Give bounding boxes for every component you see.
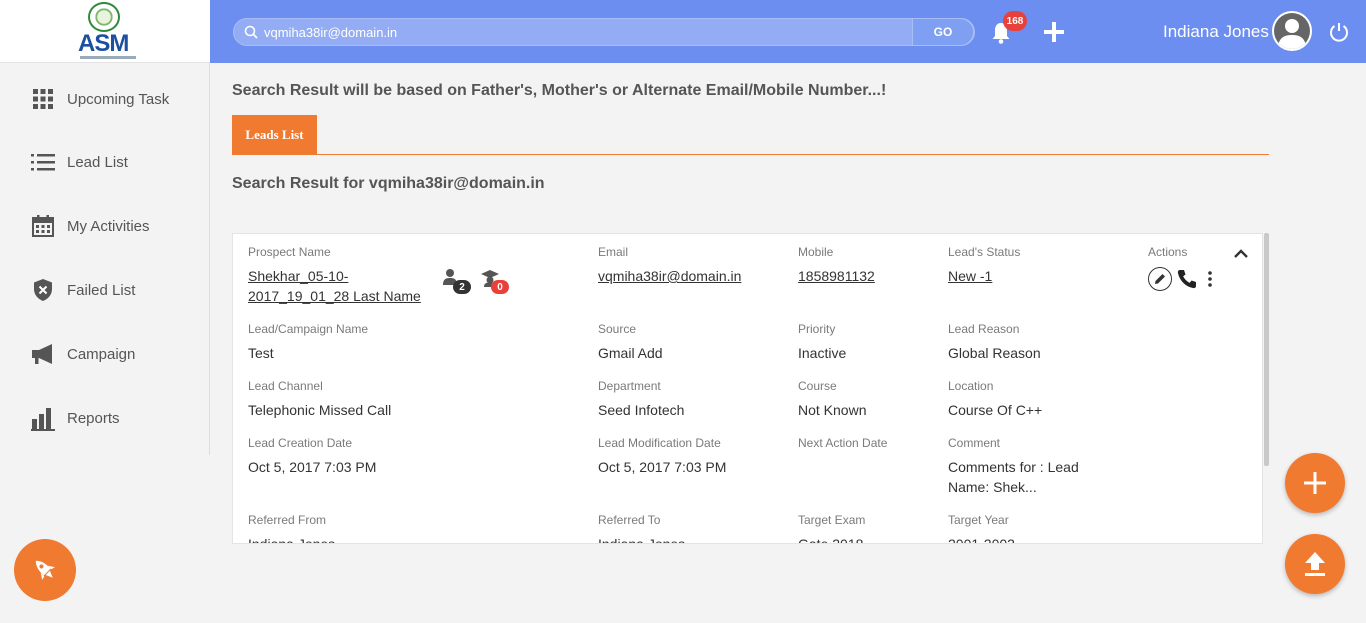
comment-line1: Comments for : Lead [948, 459, 1079, 475]
mobile-label: Mobile [798, 245, 834, 259]
status-label: Lead's Status [948, 245, 1021, 259]
add-fab-button[interactable] [1285, 453, 1345, 513]
logo-tagline-strip [80, 56, 136, 59]
priority-label: Priority [798, 322, 836, 336]
comment-value: Comments for : Lead Name: Shek... [948, 457, 1079, 497]
power-icon[interactable] [1328, 21, 1350, 43]
phone-icon[interactable] [1176, 268, 1198, 290]
megaphone-icon [32, 344, 52, 364]
sidebar-item-failed-list[interactable]: Failed List [0, 270, 210, 310]
sidebar-item-label: Upcoming Task [67, 90, 170, 108]
referred-from-label: Referred From [248, 513, 327, 527]
creation-date-label: Lead Creation Date [248, 436, 353, 450]
logo-text: ASM [78, 30, 129, 57]
reason-label: Lead Reason [948, 322, 1020, 336]
sidebar-item-label: Failed List [67, 281, 136, 299]
tab-bar: Leads List [232, 115, 1269, 155]
course-label: Course [798, 379, 837, 393]
priority-value: Inactive [798, 345, 847, 361]
email-link[interactable]: vqmiha38ir@domain.in [598, 266, 741, 286]
upload-fab-button[interactable] [1285, 534, 1345, 594]
sidebar-item-label: Reports [67, 409, 120, 427]
user-name[interactable]: Indiana Jones [1163, 22, 1269, 42]
list-icon [31, 154, 55, 171]
plus-icon[interactable] [1042, 20, 1066, 44]
chevron-up-icon[interactable] [1233, 246, 1249, 260]
card-scrollbar[interactable] [1264, 233, 1269, 466]
channel-value: Telephonic Missed Call [248, 402, 392, 418]
sidebar-item-my-activities[interactable]: My Activities [0, 206, 210, 246]
global-search: GO [233, 18, 975, 46]
location-value: Course Of C++ [948, 402, 1043, 418]
target-exam-label: Target Exam [798, 513, 866, 527]
sidebar-item-lead-list[interactable]: Lead List [0, 142, 210, 182]
target-exam-value: Gate 2018 [798, 536, 864, 544]
target-year-value: 2001-2002 [948, 536, 1015, 544]
more-vertical-icon[interactable] [1204, 270, 1216, 288]
reason-value: Global Reason [948, 345, 1041, 361]
modification-date-value: Oct 5, 2017 7:03 PM [598, 459, 727, 475]
search-icon [244, 25, 258, 39]
sidebar: Upcoming Task Lead List My Activities Fa… [0, 63, 210, 455]
target-year-label: Target Year [948, 513, 1009, 527]
rocket-fab-button[interactable] [14, 539, 76, 601]
referred-to-value: Indiana Jones [598, 536, 686, 544]
prospect-name-label: Prospect Name [248, 245, 331, 259]
go-button[interactable]: GO [912, 18, 974, 46]
course-value: Not Known [798, 402, 867, 418]
shield-x-icon [34, 279, 52, 301]
mobile-link[interactable]: 1858981132 [798, 266, 875, 286]
grid-icon [33, 89, 53, 109]
logo[interactable]: ASM [0, 0, 210, 63]
prospect-name-line1: Shekhar_05-10- [248, 268, 349, 284]
result-title: Search Result for vqmiha38ir@domain.in [232, 175, 545, 192]
pencil-icon [1155, 274, 1165, 284]
source-value: Gmail Add [598, 345, 663, 361]
department-value: Seed Infotech [598, 402, 685, 418]
campaign-label: Lead/Campaign Name [248, 322, 369, 336]
comment-label: Comment [948, 436, 1001, 450]
sidebar-item-reports[interactable]: Reports [0, 398, 210, 438]
sidebar-item-label: My Activities [67, 217, 150, 235]
bar-chart-icon [31, 408, 55, 431]
comment-line2: Name: Shek... [948, 479, 1037, 495]
sidebar-item-label: Campaign [67, 345, 136, 363]
tab-leads-list[interactable]: Leads List [232, 115, 317, 154]
upload-icon [1305, 552, 1325, 576]
prospect-name-link[interactable]: Shekhar_05-10- 2017_19_01_28 Last Name [248, 266, 421, 306]
status-link[interactable]: New -1 [948, 266, 992, 286]
avatar[interactable] [1272, 11, 1312, 51]
grad-count-badge: 0 [491, 280, 509, 294]
sidebar-item-campaign[interactable]: Campaign [0, 334, 210, 374]
logo-emblem-icon [88, 2, 120, 32]
modification-date-label: Lead Modification Date [598, 436, 721, 450]
sidebar-item-label: Lead List [67, 153, 128, 171]
channel-label: Lead Channel [248, 379, 323, 393]
source-label: Source [598, 322, 637, 336]
actions-label: Actions [1148, 245, 1188, 259]
referred-to-label: Referred To [598, 513, 661, 527]
sidebar-item-upcoming-task[interactable]: Upcoming Task [0, 79, 210, 119]
plus-icon [1304, 472, 1326, 494]
search-notice: Search Result will be based on Father's,… [232, 82, 887, 99]
campaign-value: Test [248, 345, 274, 361]
referred-from-value: Indiana Jones [248, 536, 336, 544]
notification-count-badge: 168 [1003, 11, 1027, 31]
edit-button[interactable] [1148, 267, 1172, 291]
calendar-icon [32, 215, 54, 237]
creation-date-value: Oct 5, 2017 7:03 PM [248, 459, 377, 475]
top-bar: ASM GO 168 Indiana Jones [0, 0, 1366, 63]
lead-card: Prospect Name Shekhar_05-10- 2017_19_01_… [232, 233, 1263, 544]
user-avatar-icon [1274, 13, 1310, 49]
next-action-date-label: Next Action Date [798, 436, 888, 450]
location-label: Location [948, 379, 994, 393]
rocket-icon [35, 560, 55, 580]
department-label: Department [598, 379, 661, 393]
people-count-badge: 2 [453, 280, 471, 294]
search-input[interactable] [264, 19, 944, 45]
email-label: Email [598, 245, 629, 259]
prospect-name-line2: 2017_19_01_28 Last Name [248, 288, 421, 304]
